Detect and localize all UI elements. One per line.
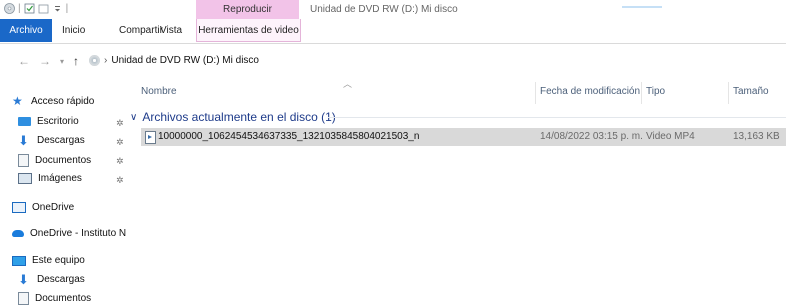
address-bar[interactable]: › Unidad de DVD RW (D:) Mi disco xyxy=(89,50,786,70)
pin-icon[interactable]: ✲ xyxy=(116,137,124,148)
file-type: Video MP4 xyxy=(646,131,695,142)
title-bar-accent xyxy=(622,6,662,8)
nav-item-label: Documentos xyxy=(35,155,92,166)
nav-item-pc-documentos[interactable]: Documentos xyxy=(18,292,91,305)
title-bar: | | Reproducir Unidad de DVD RW (D:) Mi … xyxy=(0,0,786,19)
dvd-drive-icon xyxy=(89,54,100,66)
tab-herramientas-de-video[interactable]: Herramientas de video xyxy=(196,19,301,42)
tab-inicio[interactable]: Inicio xyxy=(62,19,85,42)
column-divider[interactable] xyxy=(641,82,642,104)
context-tab-reproducir[interactable]: Reproducir xyxy=(196,0,299,19)
cloud-icon xyxy=(12,230,24,237)
file-list: ︿ Nombre Fecha de modificación Tipo Tama… xyxy=(125,77,786,301)
nav-item-label: OneDrive xyxy=(32,202,75,213)
pin-icon[interactable]: ✲ xyxy=(116,156,124,167)
download-arrow-icon: ⬇ xyxy=(18,133,29,148)
nav-item-documentos[interactable]: Documentos xyxy=(18,154,91,167)
navigation-pane: ★ Acceso rápido Escritorio ✲ ⬇ Descargas… xyxy=(0,80,126,305)
nav-item-label: OneDrive - Instituto N xyxy=(30,228,127,239)
pictures-icon xyxy=(18,173,32,184)
quick-access-toolbar: | | xyxy=(4,3,68,14)
nav-item-descargas[interactable]: ⬇ Descargas xyxy=(18,133,85,148)
nav-item-escritorio[interactable]: Escritorio xyxy=(18,116,79,127)
toolbar-divider: | xyxy=(65,3,69,14)
ribbon-tabs: Archivo Inicio Compartir Vista Herramien… xyxy=(0,19,786,44)
star-icon: ★ xyxy=(12,94,23,108)
chevron-down-icon[interactable]: ∨ xyxy=(130,112,137,123)
breadcrumb[interactable]: Unidad de DVD RW (D:) Mi disco xyxy=(111,55,259,66)
properties-icon[interactable] xyxy=(24,3,35,14)
sort-ascending-icon: ︿ xyxy=(343,79,353,89)
column-header-tipo[interactable]: Tipo xyxy=(646,86,665,97)
nav-item-este-equipo[interactable]: Este equipo xyxy=(12,255,85,266)
nav-item-label: Imágenes xyxy=(38,173,82,184)
document-icon xyxy=(18,154,29,167)
nav-item-label: Documentos xyxy=(35,293,92,304)
nav-item-pc-descargas[interactable]: ⬇ Descargas xyxy=(18,272,85,287)
desktop-icon xyxy=(18,117,31,126)
onedrive-folder-icon xyxy=(12,202,26,213)
column-header-nombre[interactable]: Nombre xyxy=(141,86,177,97)
column-divider[interactable] xyxy=(535,82,536,104)
nav-item-onedrive[interactable]: OneDrive xyxy=(12,202,74,213)
column-header-tamano[interactable]: Tamaño xyxy=(733,86,769,97)
computer-icon xyxy=(12,255,26,266)
breadcrumb-chevron-icon[interactable]: › xyxy=(104,55,107,66)
group-divider xyxy=(328,117,786,118)
forward-arrow-icon[interactable]: → xyxy=(39,54,51,68)
group-header[interactable]: ∨ Archivos actualmente en el disco (1) xyxy=(130,110,336,124)
tab-vista[interactable]: Vista xyxy=(160,19,182,42)
document-icon xyxy=(18,292,29,305)
address-bar-area: ← → ▾ ↑ › Unidad de DVD RW (D:) Mi disco xyxy=(0,44,786,77)
new-folder-icon[interactable] xyxy=(38,3,49,14)
nav-item-label: Escritorio xyxy=(37,116,79,127)
tab-compartir[interactable]: Compartir xyxy=(119,19,163,42)
nav-item-onedrive-instituto[interactable]: OneDrive - Instituto N xyxy=(12,228,126,239)
customize-toolbar-chevron-icon[interactable] xyxy=(52,3,63,14)
window-title: Unidad de DVD RW (D:) Mi disco xyxy=(310,4,458,15)
column-divider[interactable] xyxy=(728,82,729,104)
nav-item-label: Acceso rápido xyxy=(31,96,95,107)
nav-item-quick-access[interactable]: ★ Acceso rápido xyxy=(12,94,95,108)
up-arrow-icon[interactable]: ↑ xyxy=(73,54,79,68)
file-name: 10000000_1062454534637335_13210358458040… xyxy=(158,131,420,142)
nav-item-label: Descargas xyxy=(37,135,85,146)
video-file-icon xyxy=(145,131,156,144)
column-header-fecha[interactable]: Fecha de modificación xyxy=(540,86,640,97)
recent-locations-chevron-icon[interactable]: ▾ xyxy=(60,57,64,66)
table-row[interactable]: 10000000_1062454534637335_13210358458040… xyxy=(141,128,786,146)
back-arrow-icon[interactable]: ← xyxy=(18,54,30,68)
file-size: 13,163 KB xyxy=(733,131,780,142)
disc-icon[interactable] xyxy=(4,3,15,14)
nav-item-label: Este equipo xyxy=(32,255,85,266)
pin-icon[interactable]: ✲ xyxy=(116,118,124,129)
nav-item-label: Descargas xyxy=(37,274,85,285)
file-date: 14/08/2022 03:15 p. m. xyxy=(540,131,643,142)
toolbar-divider: | xyxy=(18,3,21,14)
nav-item-imagenes[interactable]: Imágenes xyxy=(18,173,82,184)
tab-archivo[interactable]: Archivo xyxy=(0,19,52,42)
group-label: Archivos actualmente en el disco (1) xyxy=(142,110,336,124)
pin-icon[interactable]: ✲ xyxy=(116,175,124,186)
download-arrow-icon: ⬇ xyxy=(18,272,29,287)
